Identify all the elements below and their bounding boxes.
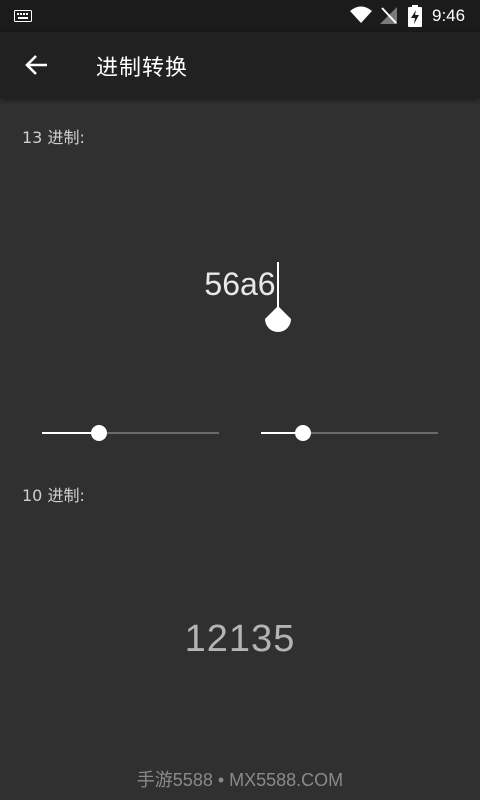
no-signal-icon (380, 7, 397, 24)
input-base-slider[interactable] (42, 424, 219, 444)
wifi-icon (350, 6, 372, 23)
number-input-field[interactable]: 56a6 (0, 262, 480, 342)
battery-charging-icon (408, 5, 422, 27)
slider-thumb[interactable] (295, 425, 312, 441)
output-base-slider[interactable] (261, 424, 438, 444)
number-input-value[interactable]: 56a6 (0, 266, 480, 303)
status-time: 9:46 (432, 6, 466, 25)
app-bar: 进制转换 (0, 32, 480, 98)
watermark-text: 手游5588 • MX5588.COM (136, 770, 344, 790)
output-base-label: 10 进制: (22, 486, 85, 505)
keyboard-icon (14, 10, 32, 22)
arrow-left-icon[interactable] (24, 52, 50, 78)
caret-handle-icon[interactable] (264, 306, 292, 338)
conversion-result: 12135 (184, 618, 296, 660)
page-title: 进制转换 (96, 56, 189, 81)
text-caret (277, 262, 279, 308)
slider-thumb[interactable] (90, 425, 107, 441)
input-base-label: 13 进制: (22, 128, 85, 147)
status-bar: 9:46 (0, 0, 480, 32)
